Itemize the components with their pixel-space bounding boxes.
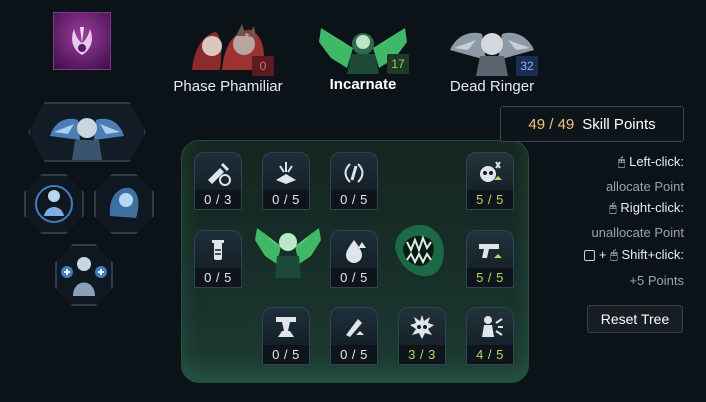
reset-tree-button[interactable]: Reset Tree [587,305,683,333]
skill-node[interactable]: 0 / 5 [330,152,378,210]
winged-figure-icon [255,228,321,278]
specialization-sub-slot-right[interactable] [94,174,154,234]
tree-name: Phase Phamiliar [173,78,283,95]
skill-points-display: 49 / 49 Skill Points [500,106,684,142]
skill-rank: 4 / 5 [466,345,514,365]
stomp-icon [276,316,296,337]
skill-rank: 0 / 5 [330,345,378,365]
blade-up-icon [346,318,364,337]
drop-icon [346,239,366,263]
right-click-desc: unallocate Point [591,225,684,240]
skill-node[interactable]: 0 / 5 [330,230,378,288]
skill-rank: 0 / 3 [194,190,242,210]
skill-node[interactable]: 0 / 5 [194,230,242,288]
skill-node[interactable]: 5 / 5 [466,152,514,210]
pistol-icon [479,243,502,258]
incarnate-capstone-node[interactable] [255,218,321,284]
skill-node[interactable]: 0 / 3 [194,152,242,210]
skill-node[interactable]: 3 / 3 [398,307,446,365]
skill-node[interactable]: 0 / 5 [330,307,378,365]
specialization-main-slot[interactable] [28,102,146,162]
specialization-sub-slot-left[interactable] [24,174,84,234]
syringe-timer-icon [208,162,231,186]
skill-rank: 0 / 5 [262,190,310,210]
tree-dead-ringer[interactable]: 32 Dead Ringer [437,20,547,95]
skill-node[interactable]: 0 / 5 [262,307,310,365]
skill-node[interactable]: 0 / 5 [262,152,310,210]
tree-points-badge: 32 [516,56,538,76]
dead-ringer-art: 32 [446,20,538,76]
radio-wave-icon [344,162,364,183]
maw-node[interactable] [387,218,453,284]
burst-up-icon [276,161,296,184]
skill-rank: 0 / 5 [262,345,310,365]
tree-points-badge: 0 [252,56,274,76]
skill-rank: 5 / 5 [466,268,514,288]
skull-burst-icon [480,160,502,182]
dead-ringer-portrait-icon [50,118,124,160]
incarnate-art: 17 [317,18,409,74]
figure-burst-icon [482,315,503,337]
tree-points-badge: 17 [387,54,409,74]
skill-node[interactable]: 5 / 5 [466,230,514,288]
skill-rank: 0 / 5 [330,268,378,288]
tree-phase-phamiliar[interactable]: 0 Phase Phamiliar [173,20,283,95]
tree-name: Incarnate [329,76,397,93]
monster-maw-icon [395,224,444,277]
mouse-right-icon: 🖰 [608,200,617,215]
skill-points-value: 49 / 49 [528,115,575,133]
shift-click-hint: + 🖰 Shift+click: [584,247,684,263]
skill-points-label: Skill Points [582,115,656,133]
left-click-desc: allocate Point [605,179,684,194]
vial-icon [212,239,224,260]
hooded-figure-icon [109,187,139,218]
skill-rank: 5 / 5 [466,190,514,210]
claw-emblem-icon [72,27,92,55]
right-click-hint: 🖰 Right-click: [608,200,684,215]
skill-rank: 0 / 5 [194,268,242,288]
mouse-icon: 🖰 [610,247,618,262]
skill-rank: 0 / 5 [330,190,378,210]
shift-click-desc: +5 Points [629,273,684,288]
shift-key-icon [584,250,596,262]
specialization-sub-slot-bottom[interactable] [55,244,113,306]
tree-incarnate[interactable]: 17 Incarnate [308,18,418,93]
left-click-hint: 🖰 Left-click: [617,154,684,169]
meditating-figure-icon [35,185,73,223]
spiky-skull-icon [410,314,434,339]
phase-phamiliar-art: 0 [182,20,274,76]
mouse-left-icon: 🖰 [617,154,626,169]
class-icon[interactable] [53,12,111,70]
figure-plus-icon [61,257,107,296]
skill-rank: 3 / 3 [398,345,446,365]
skill-node[interactable]: 4 / 5 [466,307,514,365]
tree-name: Dead Ringer [449,78,535,95]
